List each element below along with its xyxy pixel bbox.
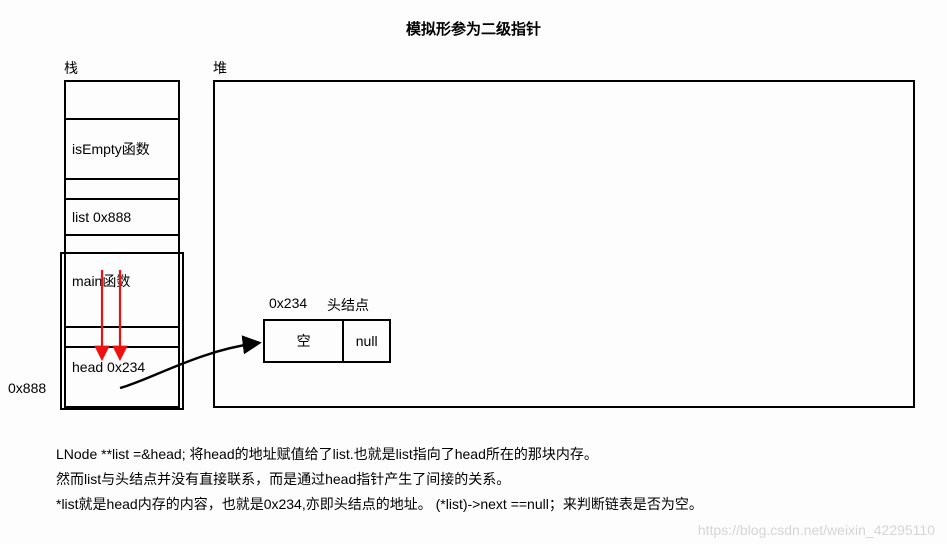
explanation-line-3: *list就是head内存的内容，也就是0x234,亦即头结点的地址。 (*li… [56,492,926,517]
stack-main-frame: main函数 [66,234,178,326]
heap-label: 堆 [213,58,227,78]
stack-isempty-frame: isEmpty函数 [66,118,178,178]
stack-empty-top [66,82,178,118]
explanation-line-2: 然而list与头结点并没有直接联系，而是通过head指针产生了间接的关系。 [56,467,926,492]
explanation-line-1: LNode **list =&head; 将head的地址赋值给了list.也就… [56,442,926,467]
explanation-text: LNode **list =&head; 将head的地址赋值给了list.也就… [56,442,926,518]
node-address-label: 0x234 [269,295,307,311]
stack-head-address-label: 0x888 [8,380,46,396]
stack-head-cell: head 0x234 [66,346,178,386]
diagram-title: 模拟形参为二级指针 [0,18,947,39]
stack-gap-1 [66,178,178,198]
stack-list-cell: list 0x888 [66,198,178,234]
node-next-field: null [344,321,389,361]
stack-gap-2 [66,326,178,346]
stack-container: isEmpty函数 list 0x888 main函数 head 0x234 [64,80,180,408]
watermark: https://blog.csdn.net/weixin_42295110 [698,522,935,538]
node-name-label: 头结点 [327,295,369,315]
node-data-field: 空 [265,321,344,361]
stack-label: 栈 [64,58,78,78]
head-node: 空 null [263,319,391,363]
